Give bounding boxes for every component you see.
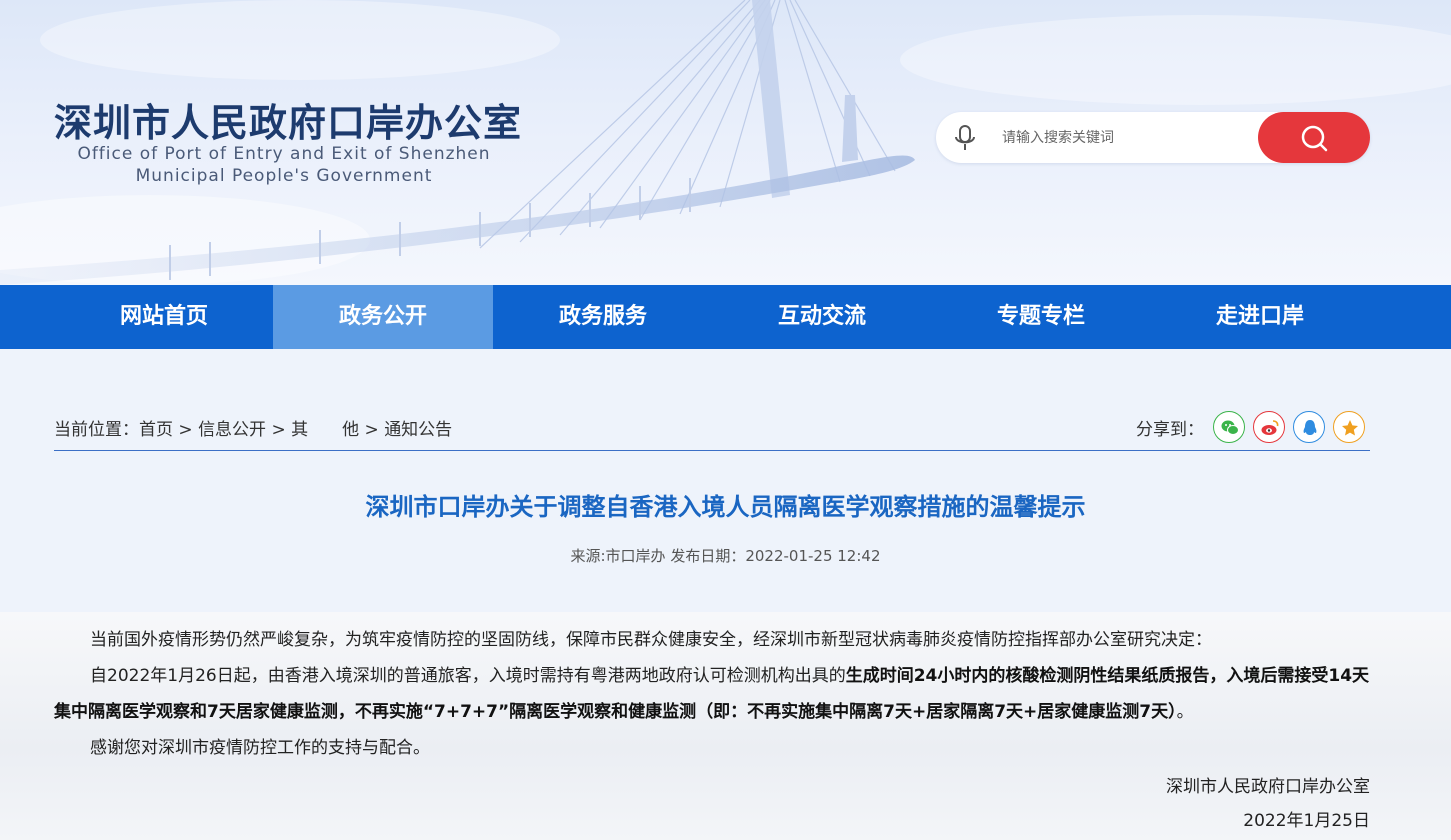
qq-icon[interactable] <box>1293 411 1325 443</box>
site-subtitle-line2: Municipal People's Government <box>135 166 433 186</box>
search-input[interactable] <box>1002 125 1242 151</box>
breadcrumb-separator: > <box>173 420 199 440</box>
nav-item-government-affairs[interactable]: 政务公开 <box>273 285 493 349</box>
article-paragraph-3: 感谢您对深圳市疫情防控工作的支持与配合。 <box>90 738 430 758</box>
article-title: 深圳市口岸办关于调整自香港入境人员隔离医学观察措施的温馨提示 <box>365 493 1086 521</box>
site-subtitle: Office of Port of Entry and Exit of Shen… <box>54 143 514 187</box>
nav-item-about-port[interactable]: 走进口岸 <box>1150 285 1370 349</box>
site-title: 深圳市人民政府口岸办公室 <box>54 101 523 145</box>
search-icon <box>1301 125 1328 152</box>
site-header: 深圳市人民政府口岸办公室 Office of Port of Entry and… <box>0 0 1451 285</box>
site-subtitle-line1: Office of Port of Entry and Exit of Shen… <box>77 144 491 164</box>
article-date: 2022年1月25日 <box>1243 811 1370 831</box>
article-signature: 深圳市人民政府口岸办公室 <box>1166 777 1370 797</box>
nav-item-interaction[interactable]: 互动交流 <box>712 285 932 349</box>
breadcrumb-separator: > <box>359 420 385 440</box>
paragraph-2-end: 。 <box>1176 702 1194 722</box>
wechat-icon[interactable] <box>1213 411 1245 443</box>
breadcrumb-info-public[interactable]: 信息公开 <box>198 420 266 440</box>
breadcrumb-prefix: 当前位置： <box>54 420 139 440</box>
microphone-icon[interactable] <box>954 124 976 152</box>
paragraph-2-text: 自2022年1月26日起，由香港入境深圳的普通旅客，入境时需持有粤港两地政府认可… <box>90 666 846 686</box>
share-label: 分享到： <box>1136 420 1204 440</box>
main-nav: 网站首页 政务公开 政务服务 互动交流 专题专栏 走进口岸 <box>0 285 1451 349</box>
qzone-icon[interactable] <box>1333 411 1365 443</box>
article-paragraph-2: 自2022年1月26日起，由香港入境深圳的普通旅客，入境时需持有粤港两地政府认可… <box>54 658 1370 730</box>
breadcrumb-home[interactable]: 首页 <box>139 420 173 440</box>
breadcrumb-separator: > <box>266 420 292 440</box>
breadcrumb-other[interactable]: 其 他 <box>291 420 359 440</box>
search-box <box>936 112 1370 163</box>
weibo-icon[interactable] <box>1253 411 1285 443</box>
breadcrumb-notices[interactable]: 通知公告 <box>384 420 452 440</box>
search-button[interactable] <box>1258 112 1370 163</box>
nav-item-special-topics[interactable]: 专题专栏 <box>931 285 1151 349</box>
nav-item-services[interactable]: 政务服务 <box>493 285 713 349</box>
breadcrumb: 当前位置：首页 > 信息公开 > 其 他 > 通知公告 <box>54 415 452 440</box>
article-meta: 来源:市口岸办 发布日期：2022-01-25 12:42 <box>570 547 881 565</box>
breadcrumb-divider <box>54 450 1370 451</box>
article-paragraph-1: 当前国外疫情形势仍然严峻复杂，为筑牢疫情防控的坚固防线，保障市民群众健康安全，经… <box>90 630 1212 650</box>
nav-item-home[interactable]: 网站首页 <box>54 285 274 349</box>
